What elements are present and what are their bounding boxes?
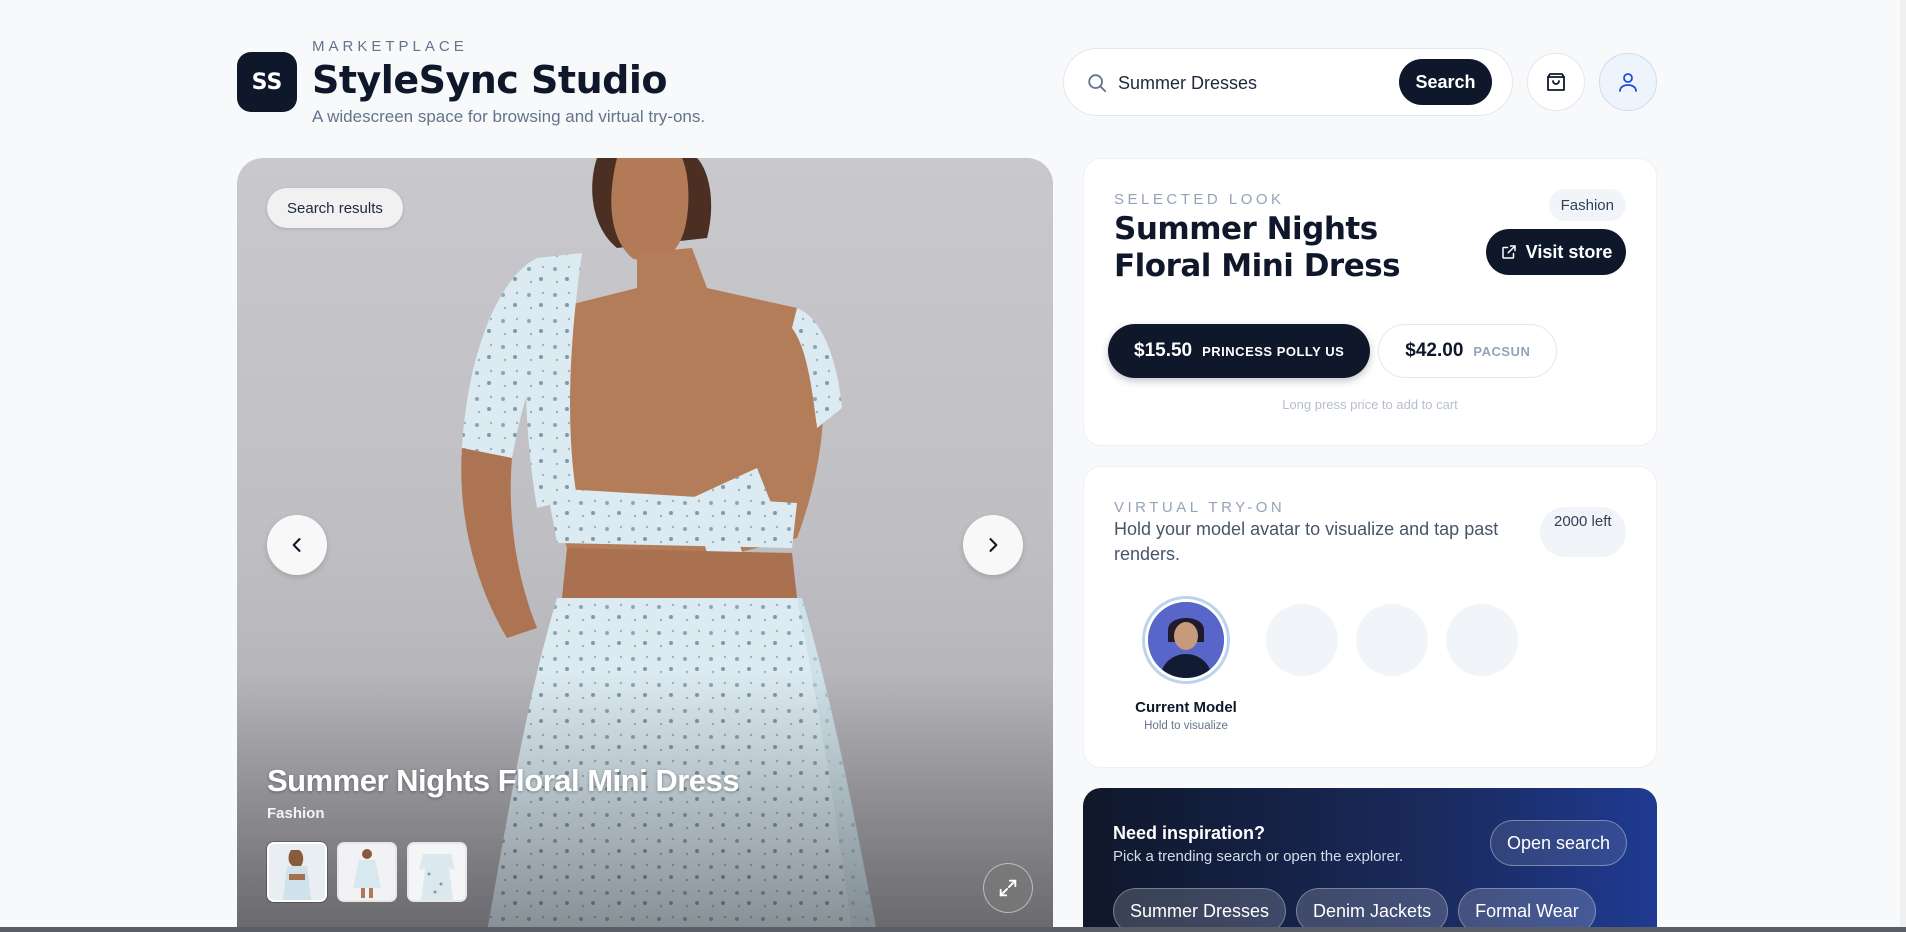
current-model-avatar[interactable] [1142,596,1230,684]
trending-chip[interactable]: Formal Wear [1458,888,1596,932]
model-portrait [1148,602,1224,678]
price-option-pacsun[interactable]: $42.00 PACSUN [1378,324,1558,378]
tryon-description: Hold your model avatar to visualize and … [1114,519,1499,564]
previous-image-button[interactable] [267,515,327,575]
price-options: $15.50 PRINCESS POLLY US $42.00 PACSUN [1108,324,1558,378]
trending-searches: Summer Dresses Denim Jackets Formal Wear [1113,888,1596,932]
product-category: Fashion [267,805,325,822]
price-hint: Long press price to add to cart [1282,397,1458,412]
user-icon [1619,73,1637,92]
search-button[interactable]: Search [1399,59,1492,105]
price-amount: $15.50 [1134,340,1193,361]
category-tag: Fashion [1548,189,1626,221]
thumbnail-1[interactable] [267,842,327,902]
scrollbar[interactable] [1900,0,1906,927]
app-subtitle: A widescreen space for browsing and virt… [312,107,706,126]
expand-icon [999,879,1017,897]
thumbnail-strip [267,842,467,902]
window-bottom-edge [0,927,1906,932]
price-option-princess-polly[interactable]: $15.50 PRINCESS POLLY US [1108,324,1371,378]
price-store: PRINCESS POLLY US [1202,343,1345,359]
shopping-bag-icon [1547,73,1565,91]
chevron-left-icon [292,538,301,552]
thumbnail-2[interactable] [337,842,397,902]
selected-look-eyebrow: SELECTED LOOK [1114,191,1285,208]
chevron-right-icon [989,538,998,552]
product-hero: Search results Summer Nights Floral Mini… [237,158,1053,932]
past-render-slot[interactable] [1356,604,1428,676]
price-amount: $42.00 [1405,340,1464,361]
inspiration-card: Need inspiration? Pick a trending search… [1083,788,1657,932]
visit-store-label: Visit store [1525,241,1613,262]
tryon-eyebrow: VIRTUAL TRY-ON [1114,499,1286,516]
search-icon [1088,74,1107,93]
trending-chip[interactable]: Summer Dresses [1113,888,1287,932]
search-results-badge[interactable]: Search results [267,188,403,228]
inspiration-subtitle: Pick a trending search or open the explo… [1113,848,1404,865]
external-link-icon [1501,245,1516,259]
search-input[interactable] [1118,66,1388,100]
fullscreen-button[interactable] [983,863,1033,913]
app-title: StyleSync Studio [312,58,667,102]
price-store: PACSUN [1473,343,1531,359]
open-search-button[interactable]: Open search [1489,820,1627,866]
cart-button[interactable] [1527,53,1585,111]
profile-button[interactable] [1599,53,1657,111]
inspiration-title: Need inspiration? [1113,823,1266,843]
visit-store-button[interactable]: Visit store [1486,229,1626,275]
virtual-tryon-card: VIRTUAL TRY-ON Hold your model avatar to… [1083,466,1657,768]
logo[interactable]: SS [237,52,297,112]
past-render-slot[interactable] [1446,604,1518,676]
renders-remaining-badge: 2000 left [1540,507,1626,557]
current-model-hint: Hold to visualize [1144,720,1228,732]
past-render-slot[interactable] [1266,604,1338,676]
selected-look-title: Summer Nights Floral Mini Dress [1114,211,1401,284]
search-bar: Search [1063,48,1513,116]
selected-look-card: SELECTED LOOK Summer Nights Floral Mini … [1083,158,1657,446]
product-title: Summer Nights Floral Mini Dress [267,763,740,798]
thumbnail-3[interactable] [407,842,467,902]
app-eyebrow: MARKETPLACE [312,38,468,55]
trending-chip[interactable]: Denim Jackets [1296,888,1449,932]
next-image-button[interactable] [963,515,1023,575]
current-model-label: Current Model [1135,699,1237,716]
